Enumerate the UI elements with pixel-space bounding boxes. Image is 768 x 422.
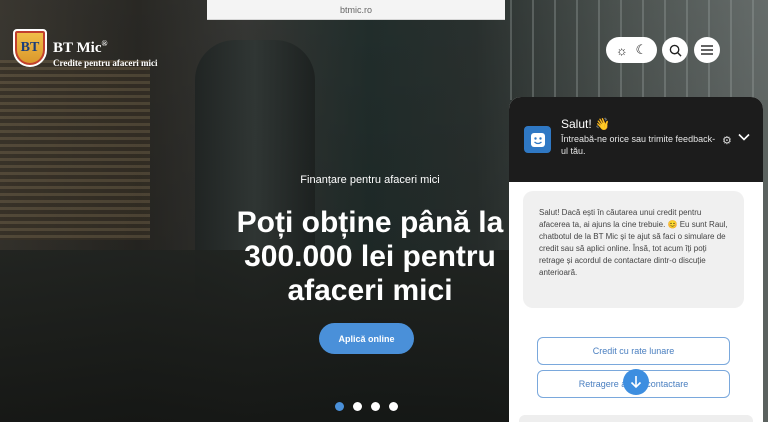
quick-reply-monthly-credit[interactable]: Credit cu rate lunare <box>537 337 730 365</box>
logo-shield-icon: BT <box>13 29 47 67</box>
logo-text: BT Mic® Credite pentru afaceri mici <box>53 29 158 68</box>
window-blinds <box>0 60 150 240</box>
brand-subtitle: Credite pentru afaceri mici <box>53 58 158 68</box>
bot-avatar-icon <box>524 126 551 153</box>
menu-button[interactable] <box>694 37 720 63</box>
chat-input-area[interactable] <box>519 415 753 422</box>
brand-name: BT Mic <box>53 40 102 56</box>
hero-eyebrow: Finanțare pentru afaceri mici <box>300 174 440 186</box>
chat-widget: Salut! 👋 Întreabă-ne orice sau trimite f… <box>509 97 763 422</box>
registered-mark: ® <box>101 39 108 48</box>
scroll-down-button[interactable] <box>623 369 649 395</box>
address-bar[interactable]: btmic.ro <box>207 0 505 20</box>
slide-dot-4[interactable] <box>389 402 398 411</box>
site-logo[interactable]: BT BT Mic® Credite pentru afaceri mici <box>13 29 158 68</box>
slide-dot-2[interactable] <box>353 402 362 411</box>
arrow-down-icon <box>630 376 642 389</box>
gear-icon[interactable]: ⚙ <box>722 134 732 147</box>
chat-message: Salut! Dacă ești în căutarea unui credit… <box>523 191 744 308</box>
url-text: btmic.ro <box>339 4 372 15</box>
apply-online-button[interactable]: Aplică online <box>319 323 414 354</box>
menu-icon <box>701 45 713 55</box>
chat-subtitle: Întreabă-ne orice sau trimite feedback-u… <box>561 134 716 156</box>
slider-dots <box>335 402 398 411</box>
chat-title: Salut! 👋 <box>561 117 610 131</box>
sun-icon[interactable]: ☼ <box>616 43 628 58</box>
slide-dot-3[interactable] <box>371 402 380 411</box>
slide-dot-1[interactable] <box>335 402 344 411</box>
chat-header[interactable]: Salut! 👋 Întreabă-ne orice sau trimite f… <box>509 97 763 182</box>
chevron-down-icon[interactable] <box>738 133 750 141</box>
search-icon <box>669 44 682 57</box>
theme-toggle[interactable]: ☼ ☾ <box>606 37 657 63</box>
moon-icon[interactable]: ☾ <box>635 42 647 58</box>
search-button[interactable] <box>662 37 688 63</box>
hero-headline: Poți obține până la 300.000 lei pentru a… <box>236 206 504 307</box>
brand-title: BT Mic® <box>53 36 158 56</box>
